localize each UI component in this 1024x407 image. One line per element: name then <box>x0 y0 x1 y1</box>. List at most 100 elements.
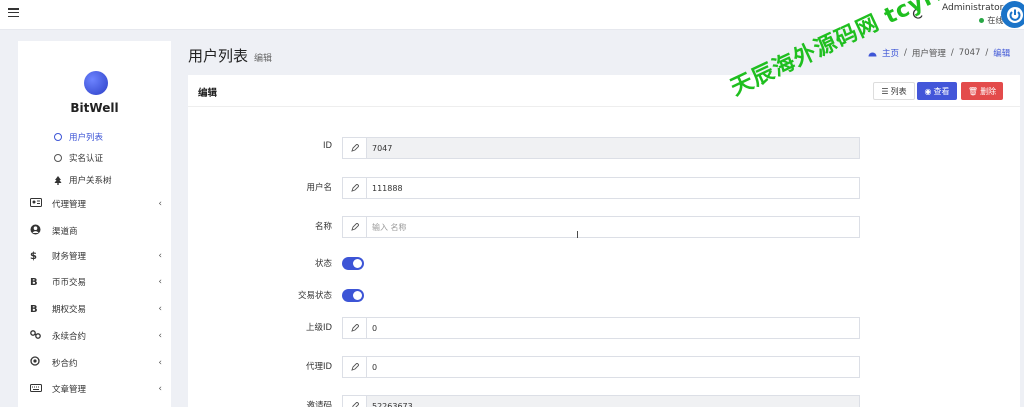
breadcrumb-current: 编辑 <box>993 49 1011 59</box>
sidebar-item-label: 期权交易 <box>52 305 87 315</box>
sidebar-item-relation-tree[interactable]: 用户关系树 <box>54 174 112 186</box>
list-button[interactable]: ☰ 列表 <box>873 82 915 100</box>
invite-code-field: 52263673 <box>366 395 860 407</box>
sidebar: BitWell 用户列表 实名认证 用户关系树 代理管理 ‹ 渠道商 $ 财务管… <box>18 41 171 407</box>
form-row-username: 用户名 111888 <box>188 177 1020 199</box>
pencil-icon <box>342 395 366 407</box>
pencil-icon <box>342 216 366 238</box>
page-subtitle: 编辑 <box>254 54 273 64</box>
username-field[interactable]: 111888 <box>366 177 860 199</box>
tree-icon <box>54 175 62 185</box>
dollar-icon: $ <box>30 250 37 262</box>
card-header: 编辑 ☰ 列表 ◉ 查看 🗑 删除 <box>188 75 1020 107</box>
target-icon <box>30 356 44 369</box>
name-field[interactable]: 输入 名称 <box>366 216 860 238</box>
form-row-status: 状态 <box>188 253 1020 275</box>
view-button-label: 查看 <box>933 86 950 96</box>
sidebar-item-second-contract[interactable]: 秒合约 ‹ <box>30 356 162 369</box>
sidebar-item-articles[interactable]: 文章管理 ‹ <box>30 383 162 395</box>
dashboard-icon <box>868 52 877 57</box>
top-bar: Administrator 在线 <box>0 0 1024 30</box>
trade-status-toggle[interactable] <box>342 289 364 302</box>
status-toggle[interactable] <box>342 257 364 270</box>
page-title: 用户列表 编辑 <box>188 45 272 66</box>
breadcrumb-separator: / <box>950 48 954 58</box>
sidebar-item-label: 用户关系树 <box>69 176 112 186</box>
sidebar-item-verification[interactable]: 实名认证 <box>54 152 103 164</box>
sidebar-item-label: 币币交易 <box>52 278 87 288</box>
field-label: 代理ID <box>305 362 332 372</box>
delete-button-label: 删除 <box>980 86 997 96</box>
field-label: 状态 <box>314 259 332 269</box>
list-button-label: 列表 <box>890 86 907 96</box>
field-label: ID <box>322 141 332 151</box>
logo-icon <box>84 71 108 95</box>
sidebar-item-label: 用户列表 <box>69 133 104 143</box>
sidebar-item-label: 永续合约 <box>52 332 87 342</box>
eye-icon: ◉ <box>924 86 932 96</box>
keyboard-icon <box>30 383 44 395</box>
chevron-left-icon: ‹ <box>158 331 162 341</box>
bitcoin-icon: B <box>30 276 38 288</box>
id-field: 7047 <box>366 137 860 159</box>
id-card-icon <box>30 198 44 210</box>
menu-toggle-icon[interactable] <box>8 8 19 17</box>
pencil-icon <box>342 177 366 199</box>
online-status: 在线 <box>942 15 1003 26</box>
breadcrumb-home[interactable]: 主页 <box>882 47 899 59</box>
page-title-text: 用户列表 <box>188 47 249 65</box>
field-label: 上级ID <box>305 323 332 333</box>
chevron-left-icon: ‹ <box>158 384 162 394</box>
sidebar-item-finance[interactable]: $ 财务管理 ‹ <box>30 250 162 263</box>
field-label: 名称 <box>314 222 332 232</box>
edit-card: 编辑 ☰ 列表 ◉ 查看 🗑 删除 ID 7047 用户名 111888 名称 输入 … <box>188 75 1020 407</box>
pencil-icon <box>342 317 366 339</box>
pencil-icon <box>342 356 366 378</box>
pencil-icon <box>342 137 366 159</box>
brand-name: BitWell <box>70 101 119 115</box>
form-row-name: 名称 输入 名称 <box>188 216 1020 238</box>
circle-icon <box>54 133 62 141</box>
sidebar-item-spot-trade[interactable]: B 币币交易 ‹ <box>30 276 162 289</box>
sidebar-item-option-trade[interactable]: B 期权交易 ‹ <box>30 303 162 316</box>
chevron-left-icon: ‹ <box>158 357 162 368</box>
avatar[interactable] <box>1001 1 1024 28</box>
agent-id-field[interactable]: 0 <box>366 356 860 378</box>
breadcrumb-item[interactable]: 用户管理 <box>912 47 946 59</box>
sidebar-item-label: 代理管理 <box>52 200 87 210</box>
circle-icon <box>54 154 62 162</box>
power-icon <box>1006 6 1023 23</box>
form-row-parent-id: 上级ID 0 <box>188 317 1020 339</box>
form-row-id: ID 7047 <box>188 137 1020 159</box>
sidebar-item-label: 实名认证 <box>69 154 104 164</box>
link-icon <box>30 330 44 342</box>
chevron-left-icon: ‹ <box>158 304 162 314</box>
sidebar-item-label: 渠道商 <box>52 227 78 237</box>
user-circle-icon <box>30 224 44 238</box>
breadcrumb: 主页 / 用户管理 / 7047 / 编辑 <box>868 47 1010 59</box>
form-row-agent-id: 代理ID 0 <box>188 356 1020 378</box>
sidebar-item-label: 财务管理 <box>52 252 87 262</box>
breadcrumb-item[interactable]: 7047 <box>959 48 981 58</box>
user-menu[interactable]: Administrator 在线 <box>942 3 1003 26</box>
field-label: 交易状态 <box>297 291 332 301</box>
bitcoin-icon: B <box>30 303 38 315</box>
form-row-invite-code: 邀请码 52263673 <box>188 395 1020 407</box>
sidebar-item-user-list[interactable]: 用户列表 <box>54 131 103 143</box>
delete-button[interactable]: 🗑 删除 <box>961 82 1003 100</box>
sidebar-item-label: 文章管理 <box>52 385 87 395</box>
view-button[interactable]: ◉ 查看 <box>917 82 957 100</box>
sidebar-item-label: 秒合约 <box>52 358 78 369</box>
online-dot-icon <box>979 18 985 23</box>
field-label: 邀请码 <box>306 401 332 407</box>
form-row-trade-status: 交易状态 <box>188 285 1020 307</box>
moon-icon[interactable] <box>912 8 924 20</box>
parent-id-field[interactable]: 0 <box>366 317 860 339</box>
admin-name: Administrator <box>942 3 1004 13</box>
breadcrumb-separator: / <box>985 48 989 58</box>
sidebar-item-channel[interactable]: 渠道商 <box>30 224 162 238</box>
sidebar-item-perpetual[interactable]: 永续合约 ‹ <box>30 330 162 342</box>
chevron-left-icon: ‹ <box>158 199 162 209</box>
sidebar-item-agent[interactable]: 代理管理 ‹ <box>30 198 162 210</box>
text-cursor-icon: Ι <box>576 230 579 241</box>
